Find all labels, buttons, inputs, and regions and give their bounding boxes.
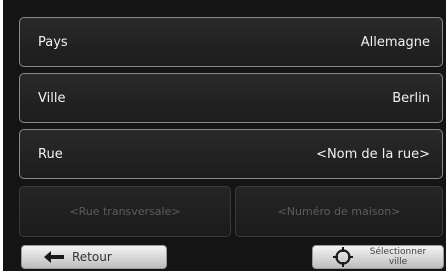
house-number-placeholder: <Numéro de maison> bbox=[277, 205, 401, 218]
left-arrow-icon bbox=[44, 251, 64, 263]
address-entry-screen: Pays Allemagne Ville Berlin Rue <Nom de … bbox=[3, 0, 446, 271]
back-button[interactable]: Retour bbox=[21, 245, 167, 269]
house-number-button: <Numéro de maison> bbox=[235, 186, 443, 237]
country-label: Pays bbox=[38, 34, 68, 50]
country-value: Allemagne bbox=[360, 34, 430, 50]
street-row[interactable]: Rue <Nom de la rue> bbox=[19, 129, 443, 179]
select-city-label: Sélectionner ville bbox=[369, 247, 427, 267]
cross-street-button: <Rue transversale> bbox=[19, 186, 231, 237]
street-value: <Nom de la rue> bbox=[316, 146, 430, 162]
country-row[interactable]: Pays Allemagne bbox=[19, 17, 443, 67]
cross-street-placeholder: <Rue transversale> bbox=[69, 205, 181, 218]
select-city-button[interactable]: Sélectionner ville bbox=[312, 245, 444, 269]
street-label: Rue bbox=[38, 146, 63, 162]
city-value: Berlin bbox=[392, 90, 430, 106]
city-row[interactable]: Ville Berlin bbox=[19, 73, 443, 123]
crosshair-target-icon bbox=[333, 247, 353, 267]
back-label: Retour bbox=[72, 250, 112, 264]
city-label: Ville bbox=[38, 90, 66, 106]
